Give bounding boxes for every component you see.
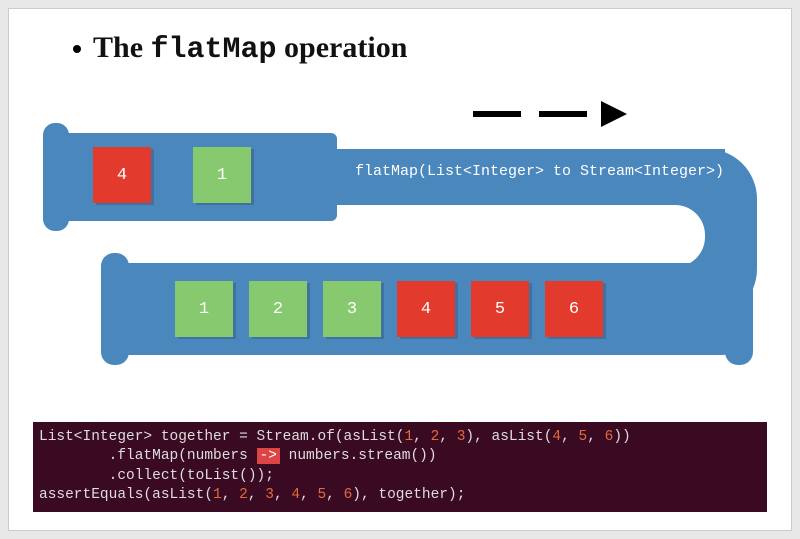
output-item: 1	[175, 281, 233, 337]
code-text: List<Integer> together = Stream.of(asLis…	[39, 429, 404, 445]
flatmap-diagram: 4 1 flatMap(List<Integer> to Stream<Inte…	[37, 95, 757, 365]
flatmap-signature: flatMap(List<Integer> to Stream<Integer>…	[355, 163, 735, 180]
paper-label: 6	[569, 300, 579, 319]
input-stack-green: 1	[193, 147, 251, 203]
paper-label: 4	[117, 166, 127, 185]
paper-label: 2	[273, 300, 283, 319]
paper-label: 4	[421, 300, 431, 319]
output-item: 3	[323, 281, 381, 337]
output-item: 6	[545, 281, 603, 337]
lambda-arrow: ->	[257, 448, 280, 464]
code-num: 1	[404, 429, 413, 445]
code-block: List<Integer> together = Stream.of(asLis…	[33, 422, 767, 512]
slide-card: The flatMap operation 4 1 flatMap(List<I…	[8, 8, 792, 531]
title-code: flatMap	[151, 33, 277, 67]
input-stack-red: 4	[93, 147, 151, 203]
pipe-cap-bottom-right	[725, 253, 753, 365]
output-item: 5	[471, 281, 529, 337]
code-num: 5	[579, 429, 588, 445]
title-row: The flatMap operation	[73, 31, 763, 67]
code-num: 4	[552, 429, 561, 445]
paper-label: 3	[347, 300, 357, 319]
paper-label: 1	[199, 300, 209, 319]
title-post: operation	[277, 31, 408, 64]
pipe-cap-bottom-left	[101, 253, 129, 365]
slide-title: The flatMap operation	[93, 31, 407, 67]
bullet-icon	[73, 45, 81, 53]
output-item: 4	[397, 281, 455, 337]
code-num: 2	[431, 429, 440, 445]
paper-label: 1	[217, 166, 227, 185]
title-pre: The	[93, 31, 151, 64]
flow-arrow-icon	[473, 103, 673, 129]
paper-label: 5	[495, 300, 505, 319]
output-item: 2	[249, 281, 307, 337]
